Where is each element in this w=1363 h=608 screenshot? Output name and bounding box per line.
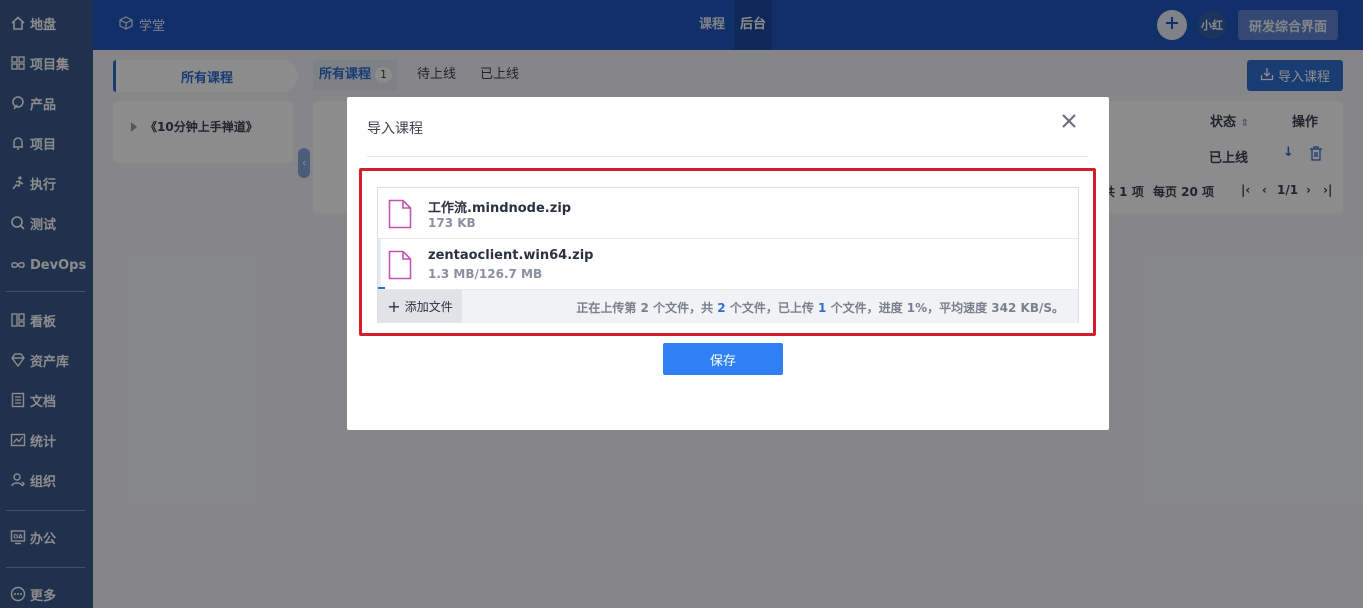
file-icon xyxy=(388,250,412,280)
dialog-title: 导入课程 xyxy=(367,121,423,137)
uploader-footer: + 添加文件 正在上传第 2 个文件，共 2 个文件，已上传 1 个文件，进度 … xyxy=(378,290,1078,323)
progress-track xyxy=(378,239,381,289)
file-icon xyxy=(388,199,412,229)
file-row: zentaoclient.win64.zip 1.3 MB/126.7 MB xyxy=(378,239,1078,290)
file-name: 工作流.mindnode.zip xyxy=(428,201,572,216)
file-name: zentaoclient.win64.zip xyxy=(428,248,594,263)
upload-progress-bar xyxy=(378,287,385,289)
dialog-divider xyxy=(367,156,1088,157)
file-size: 1.3 MB/126.7 MB xyxy=(428,267,543,281)
import-course-dialog: 导入课程 工作流.mindnode.zip 173 KB zentaoclien… xyxy=(347,97,1109,430)
file-row: 工作流.mindnode.zip 173 KB xyxy=(378,188,1078,239)
close-button[interactable] xyxy=(1059,113,1079,133)
plus-icon: + xyxy=(387,296,401,316)
file-uploader: 工作流.mindnode.zip 173 KB zentaoclient.win… xyxy=(377,187,1079,323)
file-size: 173 KB xyxy=(428,216,476,230)
add-file-button[interactable]: + 添加文件 xyxy=(378,290,462,323)
add-file-label: 添加文件 xyxy=(404,300,453,314)
close-icon xyxy=(1061,113,1077,133)
upload-status: 正在上传第 2 个文件，共 2 个文件，已上传 1 个文件，进度 1%，平均速度… xyxy=(576,301,1064,315)
save-button[interactable]: 保存 xyxy=(663,343,783,375)
